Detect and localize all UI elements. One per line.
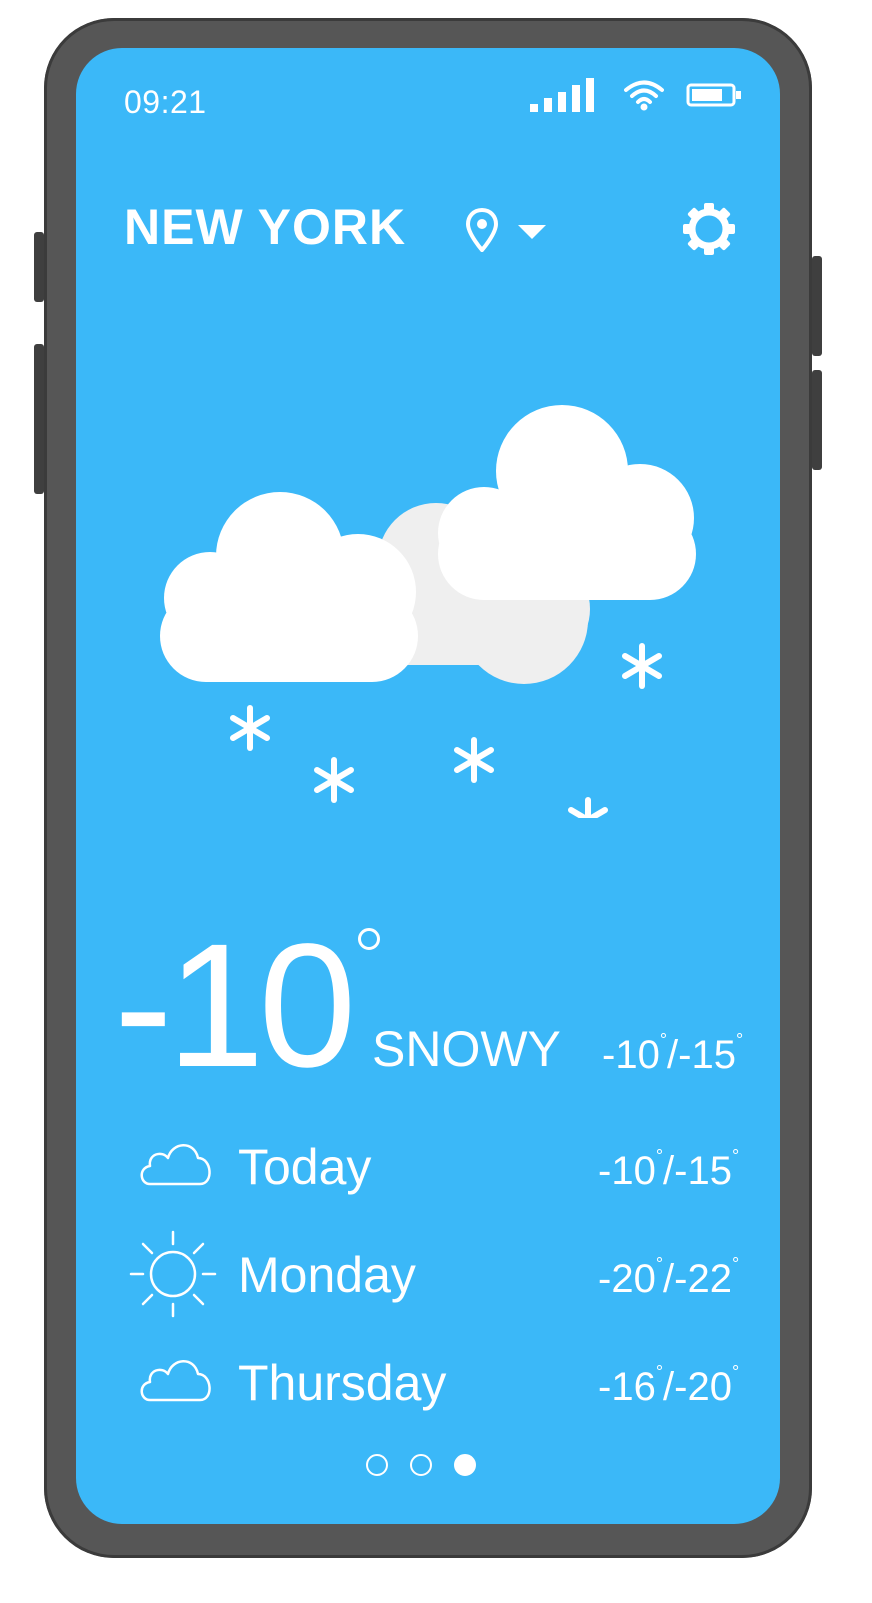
page-dot-active[interactable] (454, 1454, 476, 1476)
cloud-icon (140, 1144, 211, 1186)
weather-condition: SNOWY (372, 1021, 561, 1077)
power-button-upper (812, 256, 822, 356)
forecast-range: -16°/-20° (598, 1362, 740, 1409)
weather-app-screen: 09:21 NEW YORK -10 SNOWY -10°/-15° Today… (76, 48, 780, 1524)
location-pin-icon[interactable] (466, 208, 498, 252)
mute-switch (34, 232, 44, 302)
forecast-high: -16 (598, 1365, 656, 1409)
forecast-range: -10°/-15° (598, 1146, 740, 1193)
current-high: -10 (602, 1033, 660, 1077)
forecast-day: Today (238, 1139, 372, 1195)
chevron-down-icon[interactable] (518, 225, 546, 241)
forecast-row-today[interactable]: Today -10°/-15° (136, 1128, 756, 1208)
degree-symbol (358, 928, 380, 950)
forecast-row-thursday[interactable]: Thursday -16°/-20° (136, 1344, 756, 1424)
page-dot[interactable] (366, 1454, 388, 1476)
forecast-low: -20 (674, 1365, 732, 1409)
forecast-range: -20°/-22° (598, 1254, 740, 1301)
status-icons (530, 78, 742, 112)
snowy-clouds-icon (160, 405, 696, 818)
current-low: -15 (678, 1033, 736, 1077)
forecast-row-monday[interactable]: Monday -20°/-22° (129, 1230, 756, 1318)
status-time: 09:21 (124, 84, 207, 120)
page-indicator (366, 1454, 476, 1476)
wifi-icon (624, 80, 664, 111)
current-range: -10°/-15° (602, 1030, 744, 1077)
forecast-day: Thursday (238, 1355, 447, 1411)
volume-button (34, 344, 44, 494)
forecast-low: -15 (674, 1149, 732, 1193)
page-dot[interactable] (410, 1454, 432, 1476)
current-temperature: -10 (114, 908, 356, 1104)
forecast-high: -20 (598, 1257, 656, 1301)
power-button-lower (812, 370, 822, 470)
forecast-low: -22 (674, 1257, 732, 1301)
cloud-icon (140, 1360, 211, 1402)
forecast-high: -10 (598, 1149, 656, 1193)
gear-icon[interactable] (682, 202, 736, 256)
battery-icon (686, 83, 741, 107)
forecast-day: Monday (238, 1247, 416, 1303)
city-name[interactable]: NEW YORK (124, 198, 406, 256)
signal-bars-icon (530, 78, 594, 112)
sun-icon (129, 1230, 217, 1318)
